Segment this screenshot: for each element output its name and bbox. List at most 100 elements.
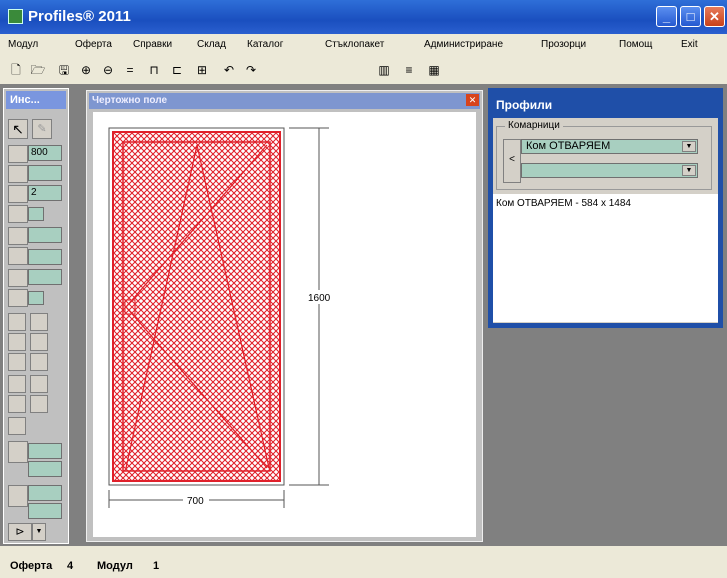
menu-windows[interactable]: Прозорци <box>541 39 586 50</box>
status-bar: Оферта 4 Модул 1 <box>0 546 727 578</box>
mosquito-net-group: Комарници < Ком ОТВАРЯЕМ ▼ ▼ <box>496 120 712 190</box>
handle-icon[interactable] <box>8 417 26 435</box>
shape-select-icon[interactable]: ⊳ <box>8 523 32 541</box>
menu-bar: Модул Оферта Справки Склад Каталог Стъкл… <box>0 34 727 58</box>
minimize-button[interactable]: _ <box>656 6 677 27</box>
table-icon[interactable]: ▦ <box>425 61 443 79</box>
zoom-in-icon[interactable]: ⊕ <box>77 61 95 79</box>
sash-tilt-icon[interactable] <box>8 333 26 351</box>
net-option-combo[interactable]: ▼ <box>521 163 698 178</box>
sash-icon[interactable]: ⊞ <box>193 61 211 79</box>
field-10[interactable] <box>28 461 62 477</box>
maximize-icon: □ <box>686 9 695 24</box>
group-label: Комарници <box>505 120 563 131</box>
net-type-value: Ком ОТВАРЯЕМ <box>526 140 611 152</box>
door-left-icon[interactable] <box>8 353 26 371</box>
split-rows-icon[interactable] <box>8 185 28 203</box>
columns-icon[interactable] <box>8 289 28 307</box>
window-title: Profiles® 2011 <box>28 8 131 25</box>
equal-icon[interactable]: = <box>121 61 139 79</box>
menu-glazing[interactable]: Стъклопакет <box>325 39 384 50</box>
drawing-window: Чертожно поле ✕ 1600 700 <box>86 90 483 542</box>
undo-icon[interactable]: ↶ <box>220 61 238 79</box>
sash-left-icon[interactable] <box>8 313 26 331</box>
status-module-label: Модул <box>97 560 133 572</box>
shape-dropdown-icon[interactable]: ▼ <box>32 523 46 541</box>
slope-a-icon[interactable] <box>8 441 28 463</box>
field-6[interactable] <box>28 249 62 265</box>
drawing-close-icon[interactable]: ✕ <box>466 94 479 106</box>
field-2[interactable] <box>28 165 62 181</box>
collapse-button[interactable]: < <box>503 139 521 183</box>
height-label: 1600 <box>308 293 331 304</box>
frame-a-icon[interactable] <box>8 375 26 393</box>
field-9[interactable] <box>28 443 62 459</box>
profiles-window: Профили Комарници < Ком ОТВАРЯЕМ ▼ ▼ Ком… <box>488 88 723 328</box>
list-item[interactable]: Ком ОТВАРЯЕМ - 584 x 1484 <box>496 198 715 209</box>
pointer-tool-icon[interactable]: ↖ <box>8 119 28 139</box>
horizontal-line-icon[interactable] <box>8 145 28 163</box>
profile-b-icon[interactable]: ⊏ <box>168 61 186 79</box>
split-columns-icon[interactable] <box>8 205 28 223</box>
new-icon[interactable]: 🗋 <box>7 61 25 79</box>
width-label: 700 <box>187 496 204 507</box>
field-7[interactable] <box>28 269 62 285</box>
status-module-number: 1 <box>153 560 160 572</box>
menu-module[interactable]: Модул <box>8 39 38 50</box>
field-11[interactable] <box>28 485 62 501</box>
drawing-title: Чертожно поле <box>89 93 480 109</box>
menu-catalog[interactable]: Каталог <box>247 39 283 50</box>
sash-right-icon[interactable] <box>30 313 48 331</box>
mullion-icon[interactable] <box>8 227 28 245</box>
inspector-panel: Инс... ↖ ✎ 800 2 ⊳ ▼ <box>3 88 69 544</box>
profiles-body: Комарници < Ком ОТВАРЯЕМ ▼ ▼ Ком ОТВАРЯЕ… <box>493 118 718 323</box>
inspector-title: Инс... <box>6 91 66 109</box>
redo-icon[interactable]: ↷ <box>242 61 260 79</box>
zoom-out-icon[interactable]: ⊖ <box>99 61 117 79</box>
net-type-combo[interactable]: Ком ОТВАРЯЕМ ▼ <box>521 139 698 154</box>
menu-warehouse[interactable]: Склад <box>197 39 226 50</box>
chevron-down-icon[interactable]: ▼ <box>682 141 696 152</box>
field-12[interactable] <box>28 503 62 519</box>
app-icon <box>8 9 23 24</box>
save-icon[interactable]: 🖫 <box>55 61 73 79</box>
eraser-tool-icon[interactable]: ✎ <box>32 119 52 139</box>
profiles-listbox[interactable]: Ком ОТВАРЯЕМ - 584 x 1484 <box>493 194 718 322</box>
frame-c-icon[interactable] <box>8 395 26 413</box>
count-field[interactable]: 2 <box>28 185 62 201</box>
window-drawing: 1600 700 <box>108 127 334 508</box>
width-field[interactable]: 800 <box>28 145 62 161</box>
title-bar: Profiles® 2011 _ □ ✕ <box>0 0 727 34</box>
lines-icon[interactable]: ≡ <box>400 61 418 79</box>
menu-offer[interactable]: Оферта <box>75 39 112 50</box>
maximize-button[interactable]: □ <box>680 6 701 27</box>
door-right-icon[interactable] <box>30 353 48 371</box>
chevron-down-icon[interactable]: ▼ <box>682 165 696 176</box>
frame-d-icon[interactable] <box>30 395 48 413</box>
open-icon[interactable]: 🗁 <box>29 61 47 79</box>
close-icon: ✕ <box>709 8 720 24</box>
menu-admin[interactable]: Администриране <box>424 39 503 50</box>
menu-help[interactable]: Помощ <box>619 39 652 50</box>
field-5[interactable] <box>28 227 62 243</box>
menu-exit[interactable]: Exit <box>681 39 698 50</box>
frame-b-icon[interactable] <box>30 375 48 393</box>
close-button[interactable]: ✕ <box>704 6 725 27</box>
transom-icon[interactable] <box>8 247 28 265</box>
vertical-divider-icon[interactable] <box>8 165 28 183</box>
slope-b-icon[interactable] <box>8 485 28 507</box>
profiles-title: Профили <box>496 98 553 112</box>
toolbar: 🗋 🗁 🖫 ⊕ ⊖ = ⊓ ⊏ ⊞ ↶ ↷ ▥ ≡ ▦ <box>0 58 727 85</box>
sash-hatch <box>112 131 281 482</box>
rows-icon[interactable] <box>8 269 28 287</box>
status-offer-label: Оферта <box>10 560 53 572</box>
status-offer-number: 4 <box>67 560 74 572</box>
sash-fixed-icon[interactable] <box>30 333 48 351</box>
view-grid-icon[interactable]: ▥ <box>375 61 393 79</box>
minimize-icon: _ <box>662 9 671 24</box>
menu-reports[interactable]: Справки <box>133 39 172 50</box>
field-4[interactable] <box>28 207 44 221</box>
profile-a-icon[interactable]: ⊓ <box>145 61 163 79</box>
field-8[interactable] <box>28 291 44 305</box>
drawing-canvas[interactable]: 1600 700 <box>93 112 476 537</box>
